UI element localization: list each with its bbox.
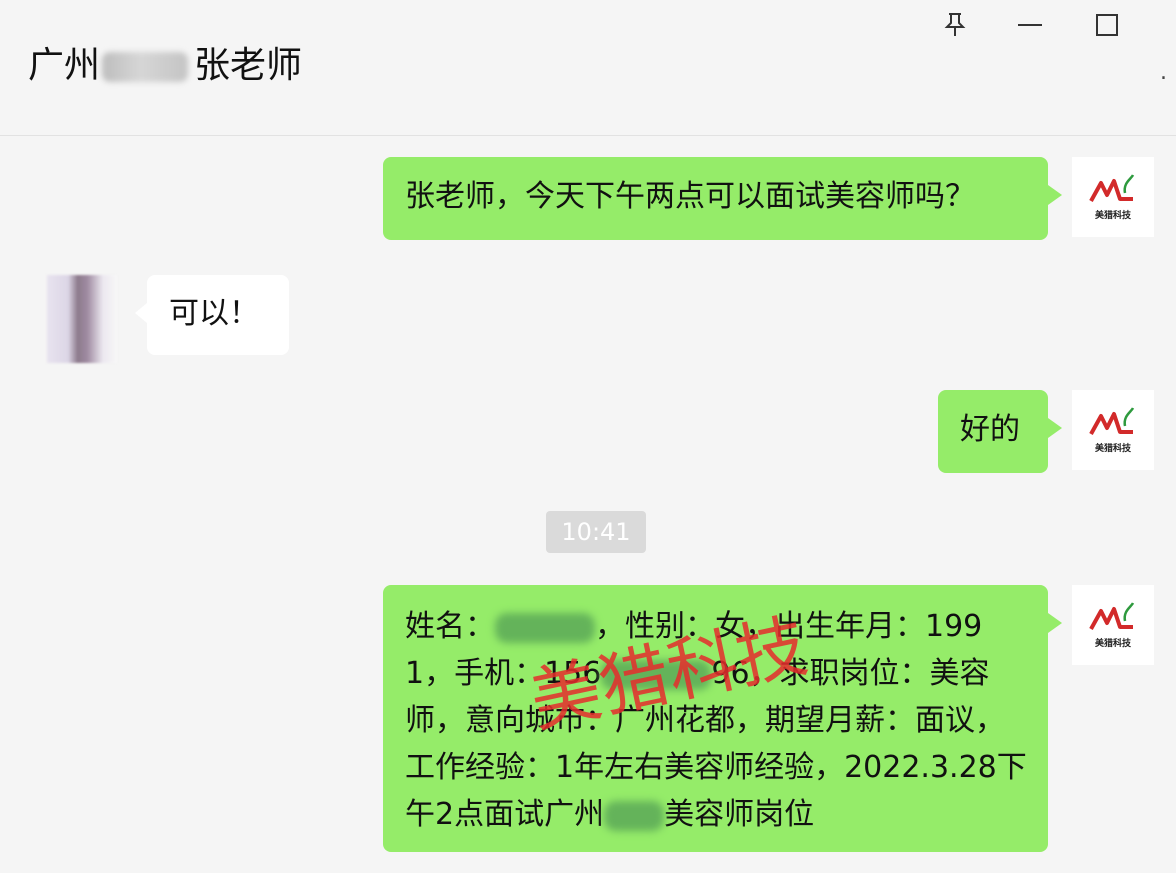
my-avatar[interactable]: 美猎科技 [1072,157,1154,237]
my-avatar[interactable]: 美猎科技 [1072,585,1154,665]
message-timestamp: 10:41 [546,511,646,553]
message-bubble-incoming[interactable]: 可以！ [135,275,289,355]
logo-icon [1089,407,1135,435]
chat-title: 广州 张老师 [28,40,302,92]
chat-header: 广州 张老师 . [0,0,1176,136]
message-text: 可以！ [169,296,259,331]
logo-icon [1089,602,1135,630]
redacted-store-blur [604,800,665,831]
message-text: 好的 [960,412,1020,447]
logo-icon [1089,174,1135,202]
message-bubble-outgoing[interactable]: 张老师，今天下午两点可以面试美容师吗？ [383,157,1062,240]
minimize-icon[interactable] [1015,10,1045,40]
resume-text-1: 姓名： [405,609,495,644]
logo-text: 美猎科技 [1094,639,1131,649]
logo-text: 美猎科技 [1094,211,1131,221]
message-bubble-outgoing[interactable]: 好的 [938,390,1062,473]
my-avatar[interactable]: 美猎科技 [1072,390,1154,470]
chat-title-prefix: 广州 [28,45,101,86]
message-text: 张老师，今天下午两点可以面试美容师吗？ [405,179,975,214]
more-icon[interactable]: . [1160,60,1176,100]
logo-text: 美猎科技 [1094,444,1131,454]
contact-avatar[interactable] [47,275,117,363]
chat-title-suffix: 张老师 [194,45,303,86]
redacted-name-blur [102,52,189,82]
resume-text-5: 美容师岗位 [664,797,815,832]
pin-icon[interactable] [940,10,970,40]
maximize-icon[interactable] [1092,10,1122,40]
